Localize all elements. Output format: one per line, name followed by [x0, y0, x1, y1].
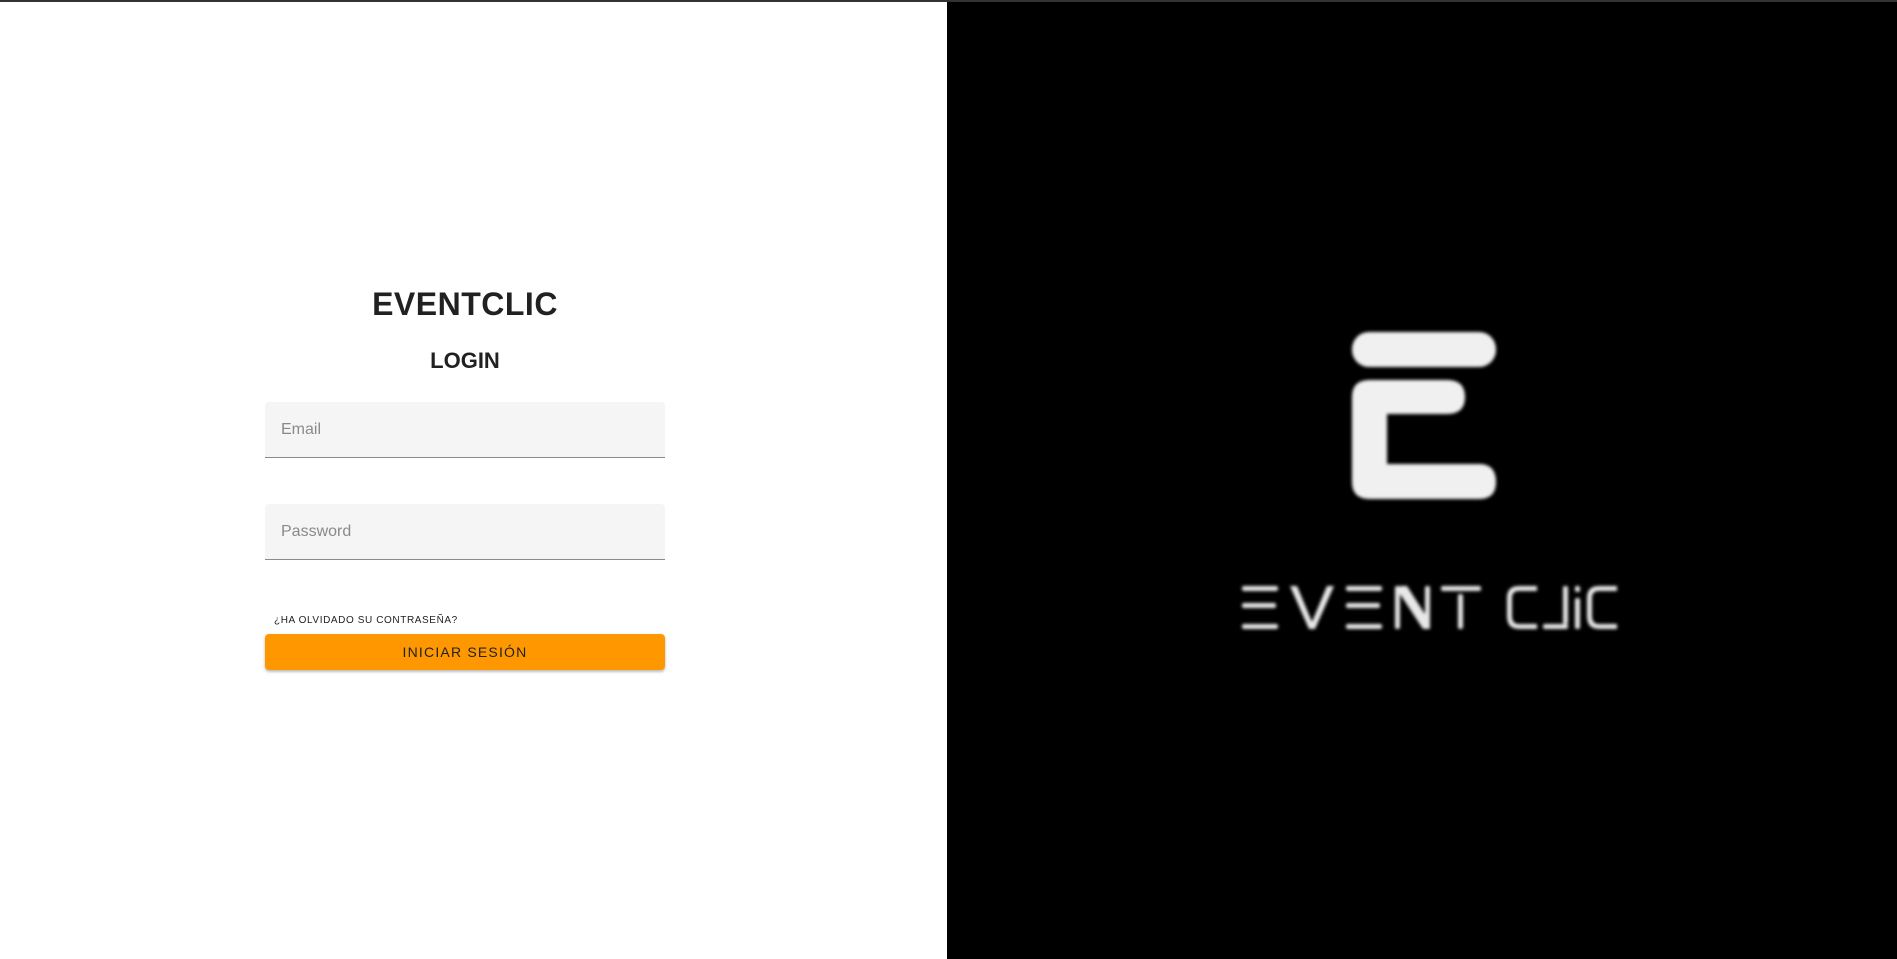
brand-panel — [947, 2, 1897, 959]
login-title: LOGIN — [430, 348, 500, 373]
password-field[interactable] — [265, 504, 665, 560]
password-input[interactable] — [265, 504, 665, 559]
email-field[interactable] — [265, 402, 665, 458]
login-panel: EVENTCLIC LOGIN ¿HA OLVIDADO SU CONTRASE… — [0, 2, 947, 959]
event-clic-logo — [947, 2, 1897, 959]
login-form: EVENTCLIC LOGIN ¿HA OLVIDADO SU CONTRASE… — [265, 282, 665, 670]
event-clic-e-logo-icon — [1242, 332, 1617, 629]
login-page: EVENTCLIC LOGIN ¿HA OLVIDADO SU CONTRASE… — [0, 2, 1897, 959]
email-input[interactable] — [265, 402, 665, 457]
e-mark — [1352, 332, 1496, 499]
login-button[interactable]: INICIAR SESIÓN — [265, 634, 665, 670]
forgot-password-link[interactable]: ¿HA OLVIDADO SU CONTRASEÑA? — [274, 614, 665, 628]
brand-title: EVENTCLIC — [372, 286, 558, 322]
wordmark — [1242, 586, 1617, 629]
